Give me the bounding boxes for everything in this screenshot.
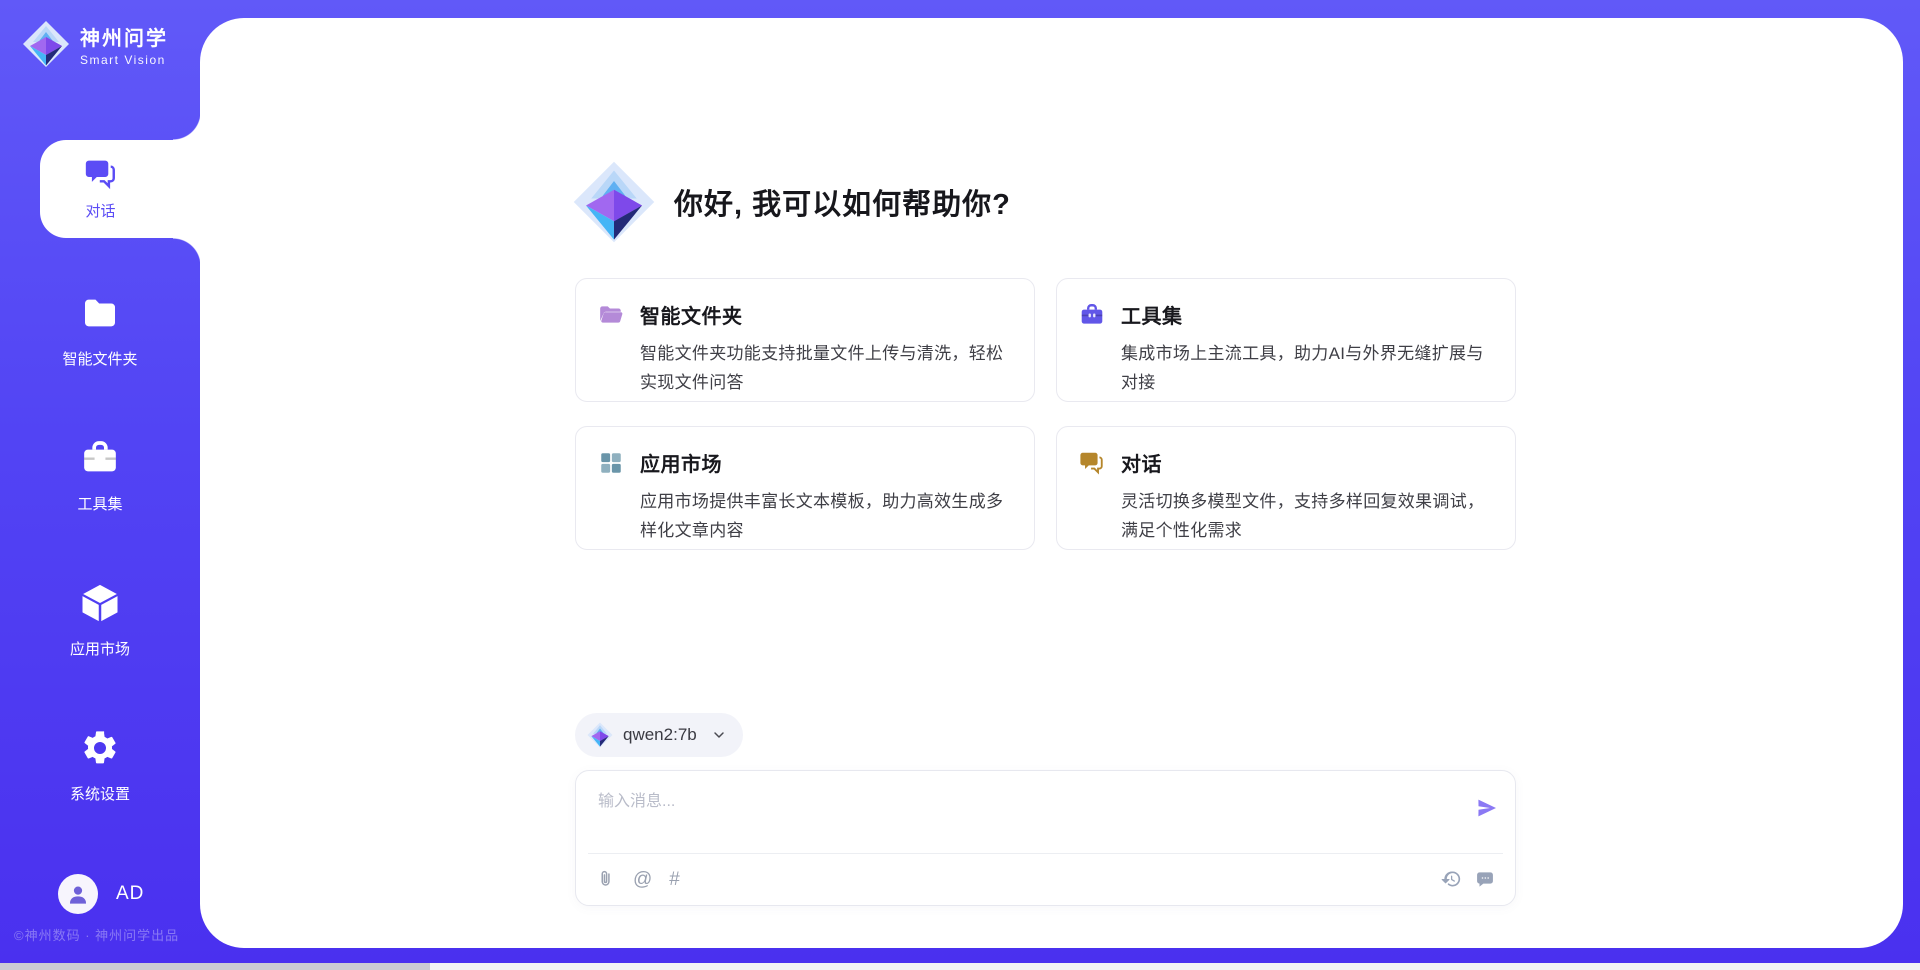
cube-icon	[80, 583, 120, 623]
horizontal-scrollbar[interactable]	[0, 963, 1920, 970]
card-description: 灵活切换多模型文件，支持多样回复效果调试，满足个性化需求	[1121, 488, 1489, 546]
card-title: 对话	[1121, 448, 1489, 477]
model-selector[interactable]: qwen2:7b	[575, 713, 743, 757]
card-app-market[interactable]: 应用市场 应用市场提供丰富长文本模板，助力高效生成多样化文章内容	[575, 426, 1035, 550]
greeting-block: 你好, 我可以如何帮助你?	[572, 160, 1011, 244]
folder-open-icon	[598, 302, 624, 328]
composer-toolbar: @ #	[576, 853, 1515, 905]
sidebar-item-label: 应用市场	[20, 638, 180, 659]
paperclip-icon	[596, 869, 616, 889]
sidebar-item-label: 工具集	[20, 493, 180, 514]
feature-cards: 智能文件夹 智能文件夹功能支持批量文件上传与清洗，轻松实现文件问答 工具集 集成…	[575, 278, 1516, 550]
card-title: 应用市场	[640, 448, 1008, 477]
card-title: 智能文件夹	[640, 300, 1008, 329]
message-icon	[1475, 869, 1495, 889]
history-button[interactable]	[1441, 869, 1461, 889]
scrollbar-thumb[interactable]	[0, 963, 430, 970]
message-input[interactable]	[598, 787, 1448, 847]
mention-button[interactable]: @	[633, 870, 652, 889]
avatar	[58, 874, 98, 914]
diamond-logo-icon	[22, 20, 70, 68]
card-chat[interactable]: 对话 灵活切换多模型文件，支持多样回复效果调试，满足个性化需求	[1056, 426, 1516, 550]
topic-button[interactable]: #	[669, 870, 680, 889]
toolbox-icon	[80, 438, 120, 478]
send-icon	[1475, 796, 1499, 820]
card-title: 工具集	[1121, 300, 1489, 329]
at-icon: @	[633, 870, 652, 889]
send-button[interactable]	[1473, 795, 1501, 823]
sidebar-item-toolset[interactable]: 工具集	[20, 438, 180, 514]
chat-icon	[84, 157, 118, 191]
attach-file-button[interactable]	[596, 869, 616, 889]
page-title: 你好, 我可以如何帮助你?	[674, 181, 1011, 223]
card-description: 智能文件夹功能支持批量文件上传与清洗，轻松实现文件问答	[640, 340, 1008, 398]
user-profile[interactable]: AD	[58, 874, 144, 914]
card-smart-folder[interactable]: 智能文件夹 智能文件夹功能支持批量文件上传与清洗，轻松实现文件问答	[575, 278, 1035, 402]
diamond-logo-icon	[587, 722, 613, 748]
sidebar-item-system-settings[interactable]: 系统设置	[20, 728, 180, 804]
sidebar-item-label: 智能文件夹	[20, 348, 180, 369]
grid-icon	[598, 450, 624, 476]
new-conversation-button[interactable]	[1475, 869, 1495, 889]
sidebar-item-smart-folder[interactable]: 智能文件夹	[20, 293, 180, 369]
brand-subtitle: Smart Vision	[80, 53, 168, 67]
chat-icon	[1079, 450, 1105, 476]
message-composer: @ #	[575, 770, 1516, 906]
sidebar-item-label: 对话	[85, 200, 115, 221]
card-toolset[interactable]: 工具集 集成市场上主流工具，助力AI与外界无缝扩展与对接	[1056, 278, 1516, 402]
brand-title: 神州问学	[80, 22, 168, 51]
chevron-down-icon	[711, 727, 727, 743]
toolbox-icon	[1079, 302, 1105, 328]
diamond-logo-icon	[572, 160, 656, 244]
hash-icon: #	[669, 870, 680, 889]
sidebar: 神州问学 Smart Vision 对话 智能文件夹 工具集 应用市场 系统设置…	[0, 0, 200, 970]
sidebar-item-chat[interactable]: 对话	[40, 140, 201, 238]
history-icon	[1441, 869, 1461, 889]
person-icon	[66, 882, 90, 906]
sidebar-item-app-market[interactable]: 应用市场	[20, 583, 180, 659]
brand-logo-block: 神州问学 Smart Vision	[22, 20, 168, 68]
card-description: 应用市场提供丰富长文本模板，助力高效生成多样化文章内容	[640, 488, 1008, 546]
copyright-footer: ©神州数码 · 神州问学出品	[14, 925, 179, 944]
gear-icon	[80, 728, 120, 768]
folder-icon	[80, 293, 120, 333]
model-name: qwen2:7b	[623, 725, 697, 745]
sidebar-item-label: 系统设置	[20, 783, 180, 804]
card-description: 集成市场上主流工具，助力AI与外界无缝扩展与对接	[1121, 340, 1489, 398]
user-name: AD	[116, 883, 144, 905]
